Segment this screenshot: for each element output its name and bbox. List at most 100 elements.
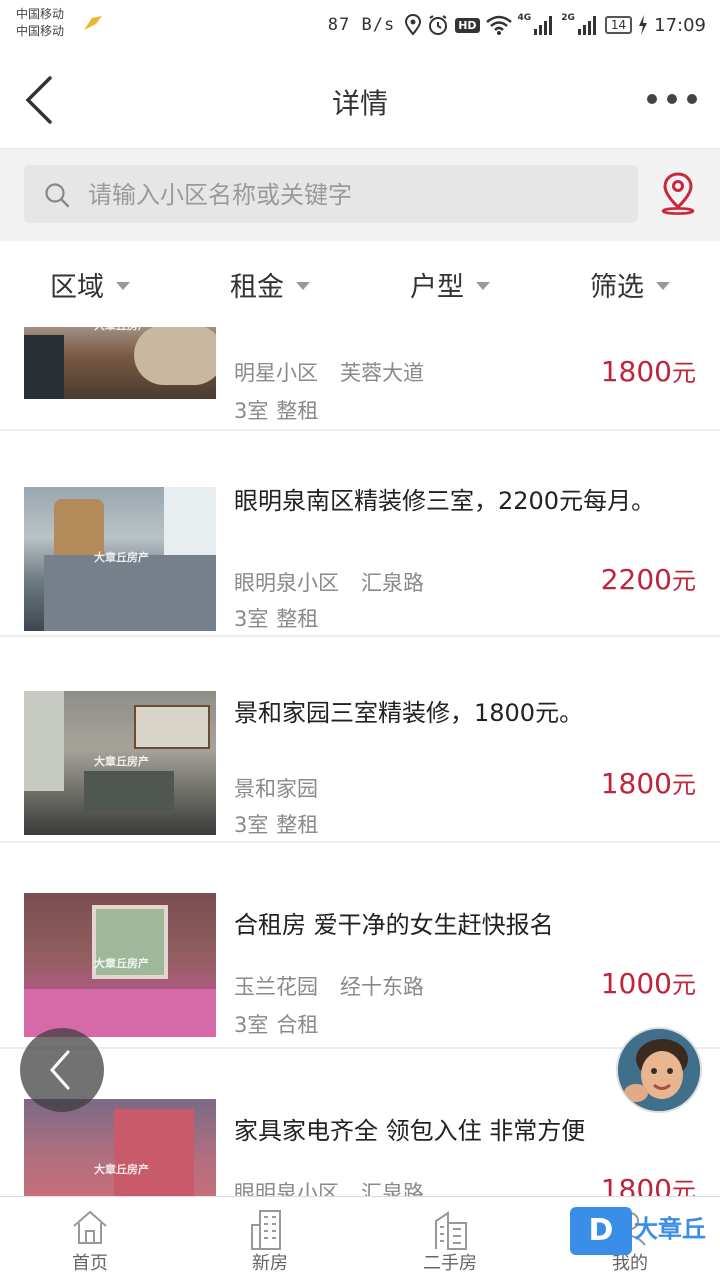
listing-rent-type: 整租 (276, 399, 319, 423)
listing-community: 眼明泉小区 (234, 1181, 339, 1197)
listing-title: 景和家园三室精装修，1800元。 (234, 699, 584, 727)
watermark: 大章丘房产 (94, 1163, 149, 1176)
buildings-icon (435, 1211, 467, 1250)
listing-card[interactable]: 大章丘房产 眼明泉南区精装修三室，2200元每月。 眼明泉小区 汇泉路 3室 整租 … (0, 431, 720, 637)
net-speed: 87 B/s (327, 15, 396, 35)
listing-location: 明星小区 芙蓉大道 (234, 357, 424, 387)
caret-down-icon (656, 282, 670, 290)
status-bar: 中国移动 中国移动 87 B/s HD 4G 2G 14 17:09 (0, 0, 720, 48)
listing-location: 玉兰花园 经十东路 (234, 971, 424, 1001)
tab-home[interactable]: 首页 (0, 1197, 180, 1281)
listing-road: 芙蓉大道 (340, 361, 424, 385)
filter-layout[interactable]: 户型 (360, 241, 540, 327)
filter-bar: 区域 租金 户型 筛选 (0, 241, 720, 328)
tab-second-hand[interactable]: 二手房 (360, 1197, 540, 1281)
wifi-icon (485, 15, 512, 35)
watermark: 大章丘房产 (94, 957, 149, 970)
listing-location: 眼明泉小区 汇泉路 (234, 567, 424, 597)
filter-label: 区域 (50, 271, 104, 303)
network-type-1: 4G (517, 13, 532, 23)
listing-rent-type: 整租 (276, 607, 319, 631)
listing-rooms: 3室 (234, 399, 269, 423)
listing-photo: 大章丘房产 (24, 327, 216, 399)
location-status-icon (405, 14, 422, 36)
search-bar (0, 149, 720, 241)
listing-price: 1800元 (600, 355, 696, 388)
battery-icon: 14 (604, 16, 633, 34)
listing-community: 眼明泉小区 (234, 571, 339, 595)
hd-badge: HD (455, 17, 480, 33)
watermark: 大章丘房产 (94, 327, 149, 333)
filter-more[interactable]: 筛选 (540, 241, 720, 327)
search-input[interactable] (86, 165, 620, 225)
listing-title: 合租房 爱干净的女生赶快报名 (234, 911, 554, 939)
tab-label: 二手房 (423, 1253, 477, 1274)
listing-meta: 3室 整租 (234, 395, 318, 425)
listing-photo: 大章丘房产 (24, 691, 216, 835)
avatar[interactable] (616, 1027, 702, 1113)
listing-location: 景和家园 (234, 773, 318, 803)
hotspot-icon (84, 16, 102, 30)
filter-label: 租金 (230, 271, 284, 303)
caret-down-icon (116, 282, 130, 290)
listing-location: 眼明泉小区 汇泉路 (234, 1177, 424, 1197)
location-pin-icon[interactable] (658, 171, 698, 215)
listing-community: 玉兰花园 (234, 975, 318, 999)
listing-rent-type: 整租 (276, 813, 319, 837)
more-icon[interactable] (646, 92, 698, 106)
building-icon (251, 1210, 281, 1250)
listing-card[interactable]: 大章丘房产 家具家电齐全 领包入住 非常方便 眼明泉小区汇泉路 2室整租 180… (0, 1049, 720, 1197)
filter-label: 户型 (410, 271, 464, 303)
listing-price: 1800元 (600, 1173, 696, 1197)
tab-new-house[interactable]: 新房 (180, 1197, 360, 1281)
signal-icon-2 (577, 16, 596, 35)
listing-price: 2200元 (600, 563, 696, 596)
listing-meta: 3室 整租 (234, 603, 318, 633)
floating-back-button[interactable] (20, 1028, 104, 1112)
listing-meta: 3室 合租 (234, 1009, 318, 1039)
signal-icon-1 (534, 16, 553, 35)
avatar-image (618, 1029, 700, 1111)
listing-road: 汇泉路 (361, 571, 424, 595)
listing-road: 汇泉路 (361, 1181, 424, 1197)
filter-rent[interactable]: 租金 (180, 241, 360, 327)
listing-card[interactable]: 大章丘房产 合租房 爱干净的女生赶快报名 玉兰花园 经十东路 3室 合租 1000元 (0, 843, 720, 1049)
listing-meta: 3室 整租 (234, 809, 318, 839)
search-box[interactable] (24, 165, 638, 225)
chevron-left-icon (49, 1050, 70, 1090)
watermark: 大章丘房产 (94, 551, 149, 564)
listing-community: 景和家园 (234, 777, 318, 801)
listing-price: 1000元 (600, 967, 696, 1000)
caret-down-icon (476, 282, 490, 290)
carrier-2: 中国移动 (16, 24, 65, 38)
charging-icon (639, 15, 648, 35)
brand-logo: D 大章丘 (570, 1205, 720, 1257)
page-title: 详情 (331, 87, 388, 120)
filter-label: 筛选 (590, 271, 644, 303)
alarm-icon (429, 15, 448, 35)
caret-down-icon (296, 282, 310, 290)
listing-title: 家具家电齐全 领包入住 非常方便 (234, 1117, 586, 1145)
carrier-1: 中国移动 (16, 7, 65, 21)
status-icons: 87 B/s HD 4G 2G 14 17:09 (328, 12, 706, 38)
listing-photo: 大章丘房产 (24, 893, 216, 1037)
listing-list: 大章丘房产 明星小区芙蓉大道 3室整租 1800元 大章丘房产 眼明泉南区精装修… (0, 327, 720, 1197)
listing-rooms: 3室 (234, 607, 269, 631)
listing-title: 眼明泉南区精装修三室，2200元每月。 (234, 487, 656, 515)
nav-bar: 详情 (0, 48, 720, 149)
network-type-2: 2G (561, 13, 575, 23)
filter-area[interactable]: 区域 (0, 241, 180, 327)
brand-badge: D (570, 1207, 632, 1255)
carrier-info: 中国移动 中国移动 (16, 6, 64, 40)
tab-label: 首页 (72, 1253, 108, 1274)
brand-name: 大章丘 (634, 1215, 706, 1243)
listing-photo: 大章丘房产 (24, 487, 216, 631)
clock: 17:09 (654, 14, 706, 36)
listing-road: 经十东路 (340, 975, 424, 999)
listing-rent-type: 合租 (276, 1013, 319, 1037)
listing-card[interactable]: 大章丘房产 景和家园三室精装修，1800元。 景和家园 3室 整租 1800元 (0, 637, 720, 843)
listing-rooms: 3室 (234, 813, 269, 837)
listing-card[interactable]: 大章丘房产 明星小区芙蓉大道 3室整租 1800元 (0, 327, 720, 431)
listing-community: 明星小区 (234, 361, 318, 385)
listing-photo: 大章丘房产 (24, 1099, 216, 1197)
